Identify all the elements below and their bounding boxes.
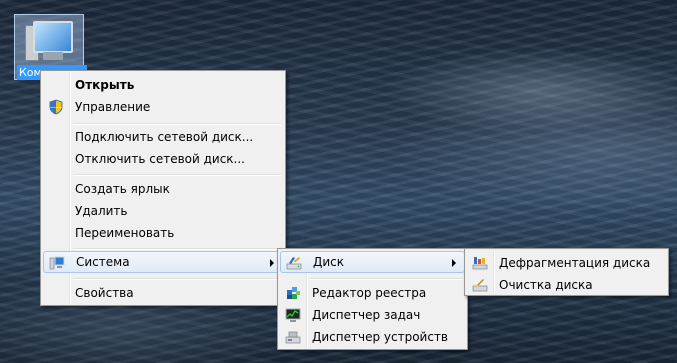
submenu-item-cleanup[interactable]: Очистка диска	[467, 274, 666, 296]
menu-separator	[73, 278, 281, 280]
disk-tools-icon	[286, 257, 302, 270]
menu-item-system[interactable]: Система	[43, 251, 283, 273]
disk-cleanup-icon	[472, 279, 488, 292]
task-manager-icon	[285, 308, 301, 322]
menu-item-map-drive[interactable]: Подключить сетевой диск...	[43, 126, 283, 148]
menu-separator	[73, 123, 281, 125]
submenu-arrow-icon	[452, 259, 456, 267]
monitor-stand	[43, 52, 63, 60]
system-computer-icon	[49, 256, 65, 270]
context-menu: Открыть Управление Подключить сетевой ди…	[40, 70, 286, 306]
menu-item-manage-label: Управление	[75, 100, 151, 114]
device-manager-icon	[285, 331, 301, 344]
menu-item-open[interactable]: Открыть	[43, 74, 283, 96]
menu-item-disconnect-drive[interactable]: Отключить сетевой диск...	[43, 148, 283, 170]
menu-item-create-shortcut[interactable]: Создать ярлык	[43, 178, 283, 200]
registry-editor-icon	[287, 287, 300, 299]
menu-separator	[73, 248, 281, 250]
submenu-item-task-manager[interactable]: Диспетчер задач	[280, 304, 465, 326]
menu-separator	[73, 174, 281, 176]
disk-submenu: Дефрагментация диска Очистка диска	[464, 248, 669, 296]
menu-item-system-label: Система	[76, 255, 130, 269]
submenu-item-disk[interactable]: Диск	[280, 251, 465, 273]
submenu-item-device-manager-label: Диспетчер устройств	[312, 330, 449, 344]
uac-shield-icon	[49, 99, 63, 115]
submenu-arrow-icon	[270, 259, 274, 267]
submenu-item-registry-editor[interactable]: Редактор реестра	[280, 282, 465, 304]
monitor-icon	[33, 21, 73, 53]
submenu-item-defrag[interactable]: Дефрагментация диска	[467, 252, 666, 274]
menu-item-properties[interactable]: Свойства	[43, 282, 283, 304]
system-submenu: Диск Редактор реестра Диспетчер задач Ди…	[277, 248, 468, 350]
submenu-item-cleanup-label: Очистка диска	[499, 278, 593, 292]
submenu-item-defrag-label: Дефрагментация диска	[499, 256, 651, 270]
menu-item-delete[interactable]: Удалить	[43, 200, 283, 222]
menu-item-manage[interactable]: Управление	[43, 96, 283, 118]
menu-item-rename[interactable]: Переименовать	[43, 222, 283, 244]
submenu-item-disk-label: Диск	[313, 255, 345, 269]
submenu-item-task-manager-label: Диспетчер задач	[312, 308, 421, 322]
defragment-icon	[472, 257, 488, 270]
submenu-item-registry-editor-label: Редактор реестра	[312, 286, 427, 300]
submenu-item-device-manager[interactable]: Диспетчер устройств	[280, 326, 465, 348]
menu-separator	[310, 278, 463, 280]
